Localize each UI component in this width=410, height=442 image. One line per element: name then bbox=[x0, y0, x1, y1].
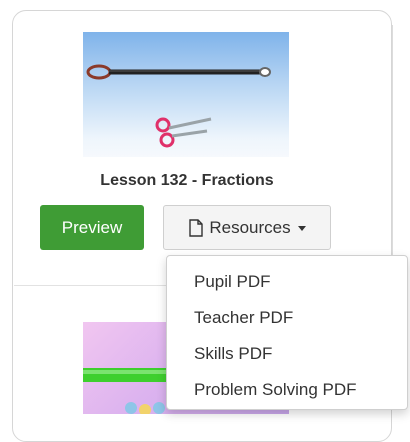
caret-down-icon bbox=[297, 226, 306, 231]
document-icon bbox=[189, 218, 204, 237]
preview-button[interactable]: Preview bbox=[40, 205, 144, 250]
card-edge bbox=[392, 25, 393, 285]
rope-scissors-illustration bbox=[86, 64, 271, 148]
menu-item-teacher-pdf[interactable]: Teacher PDF bbox=[167, 300, 407, 336]
menu-item-skills-pdf[interactable]: Skills PDF bbox=[167, 336, 407, 372]
resources-dropdown-menu: Pupil PDF Teacher PDF Skills PDF Problem… bbox=[166, 255, 408, 410]
lesson-title[interactable]: Lesson 132 - Fractions bbox=[12, 172, 362, 190]
scissors-icon bbox=[155, 117, 212, 148]
resources-button[interactable]: Resources bbox=[163, 205, 331, 250]
menu-item-problem-solving-pdf[interactable]: Problem Solving PDF bbox=[167, 372, 407, 408]
resources-label: Resources bbox=[209, 217, 291, 237]
menu-item-pupil-pdf[interactable]: Pupil PDF bbox=[167, 264, 407, 300]
lesson-thumbnail[interactable] bbox=[83, 32, 289, 157]
